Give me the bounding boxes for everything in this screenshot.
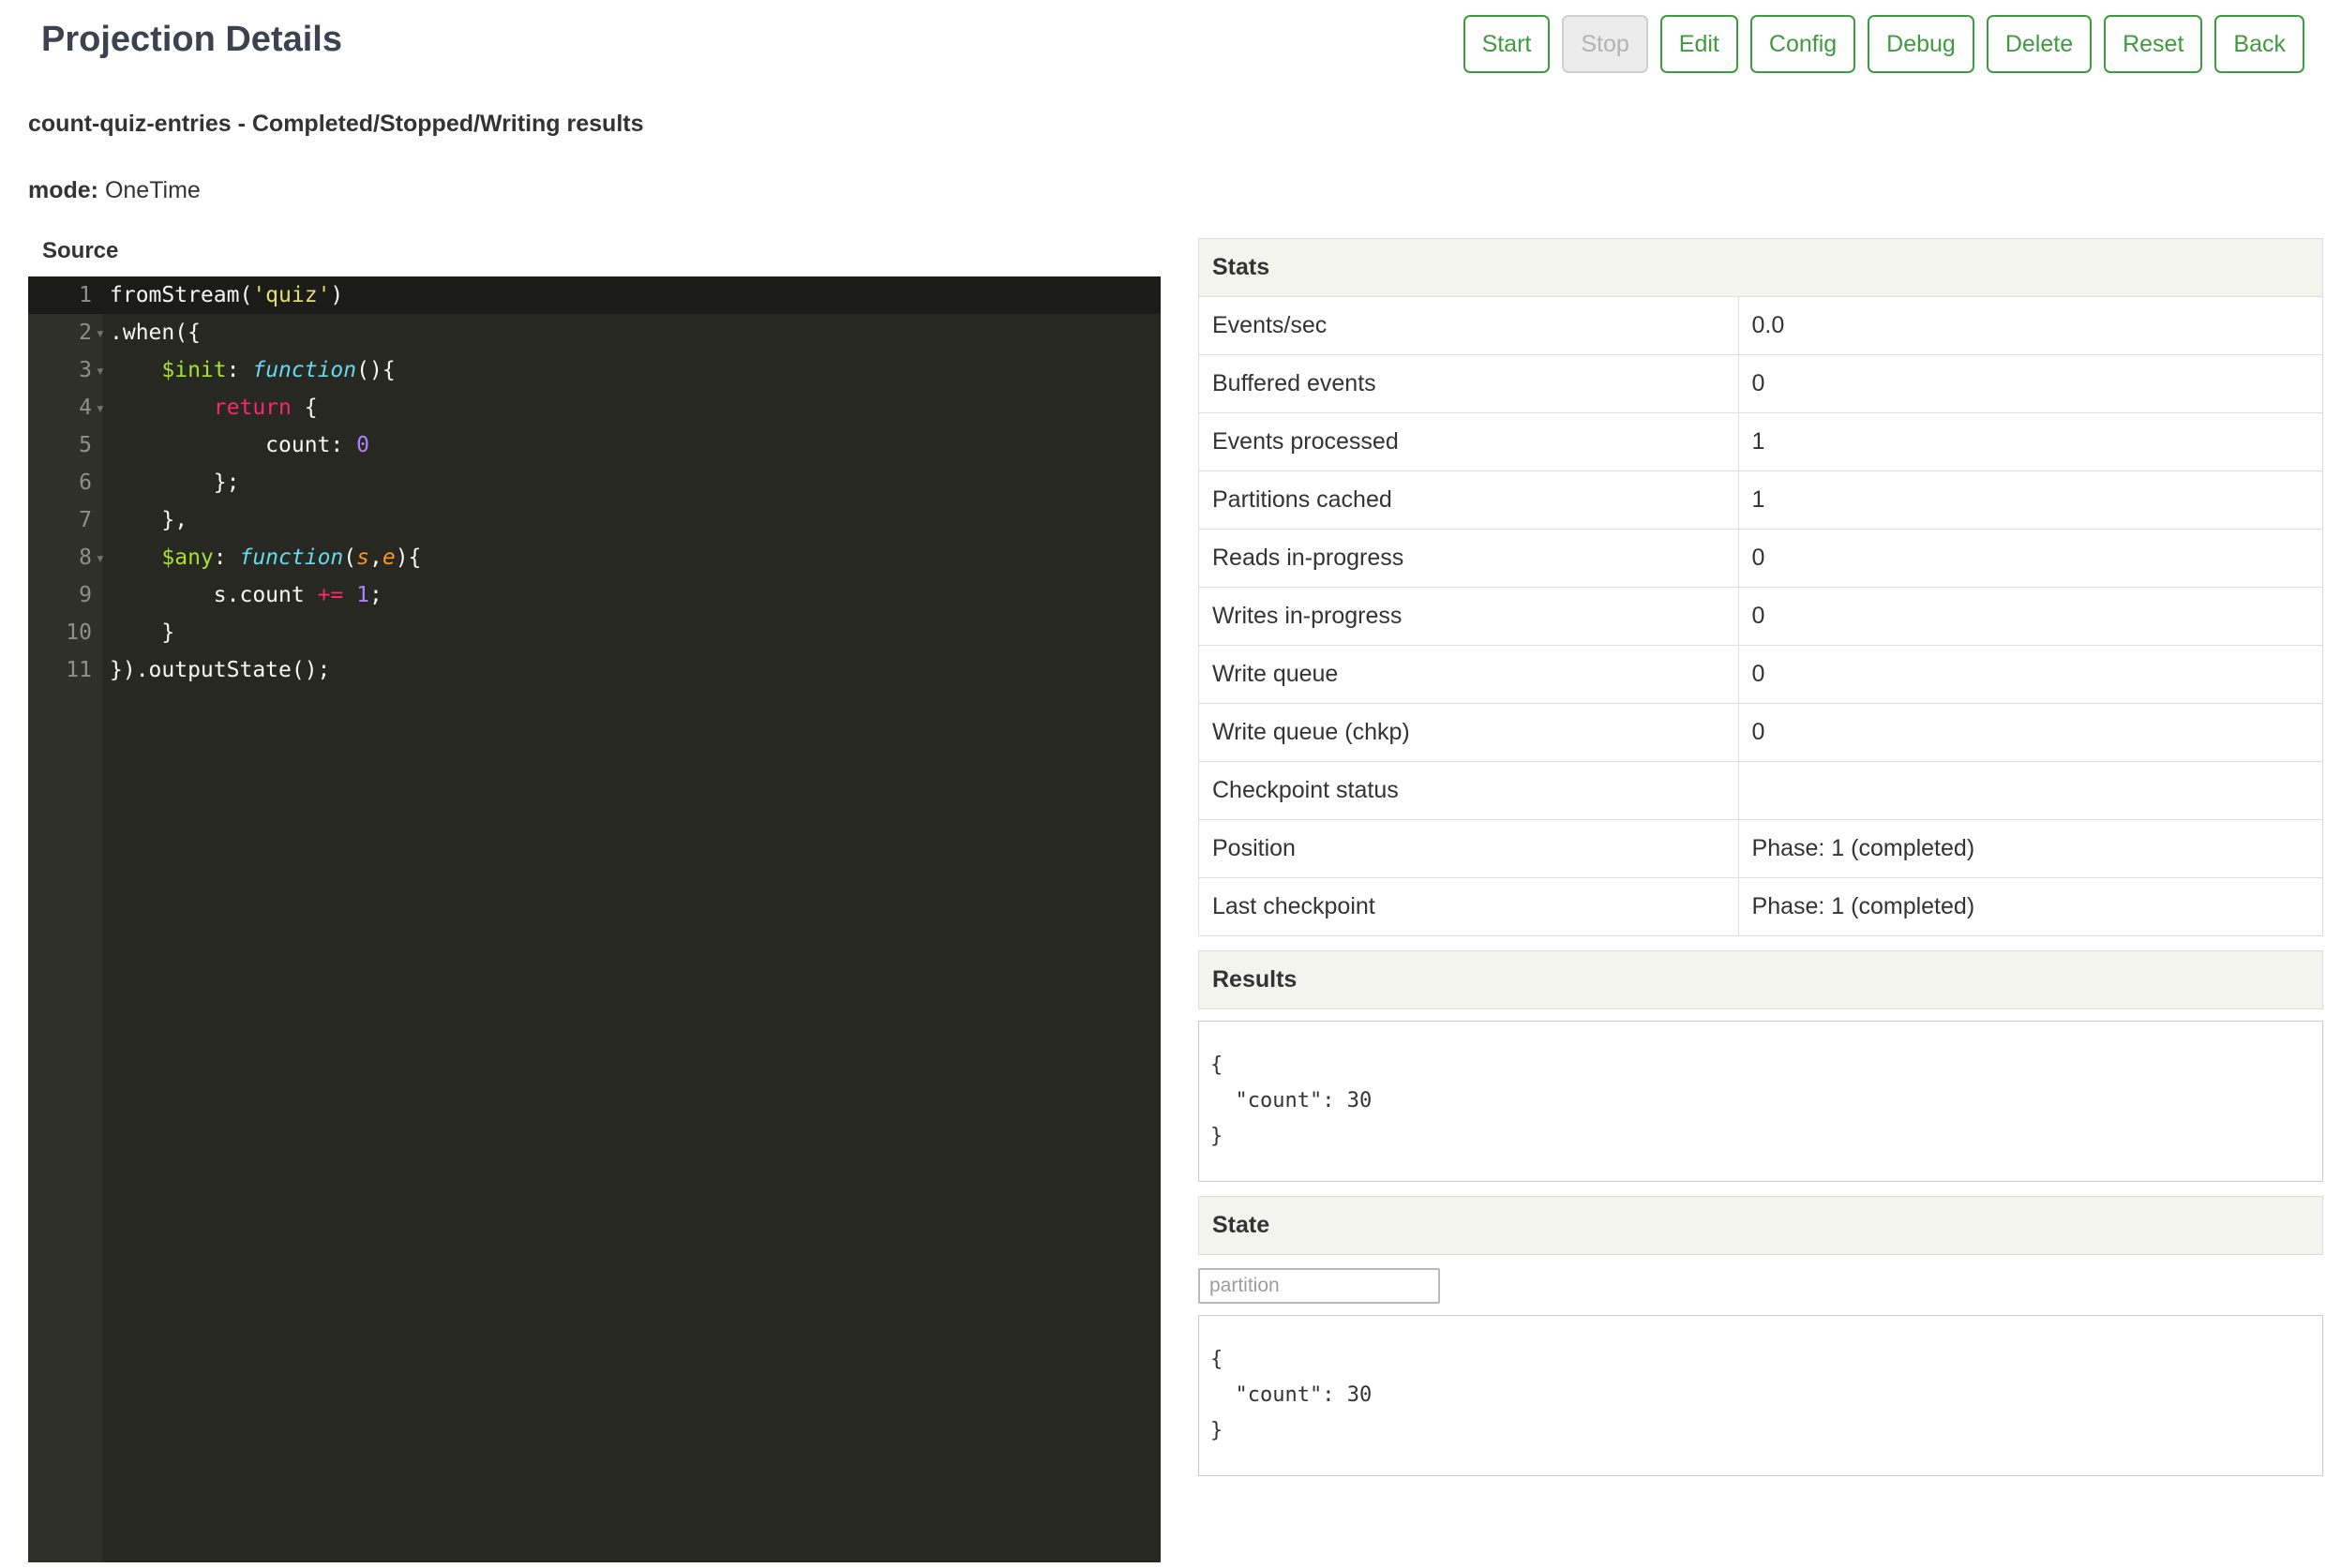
results-json: { "count": 30 } [1210, 1048, 2311, 1155]
code-editor[interactable]: 1fromStream('quiz')2▾.when({3▾ $init: fu… [28, 276, 1161, 1562]
config-button[interactable]: Config [1750, 15, 1855, 73]
stats-row: Events processed1 [1199, 413, 2323, 471]
fold-caret-icon[interactable]: ▾ [96, 390, 105, 427]
stat-name: Write queue (chkp) [1199, 704, 1739, 762]
page-header: Projection Details StartStopEditConfigDe… [28, 6, 2323, 73]
stat-value: Phase: 1 (completed) [1738, 878, 2322, 936]
line-number: 10 [28, 614, 103, 651]
code-line: 8▾ $any: function(s,e){ [28, 539, 1161, 576]
stat-value: 0 [1738, 588, 2322, 646]
mode-value: OneTime [105, 177, 201, 203]
fold-caret-icon[interactable]: ▾ [96, 540, 105, 577]
line-number: 6 [28, 464, 103, 501]
partition-input[interactable] [1198, 1268, 1440, 1304]
stat-value: 0 [1738, 355, 2322, 413]
back-button[interactable]: Back [2214, 15, 2304, 73]
stat-name: Events processed [1199, 413, 1739, 471]
stats-row: Write queue (chkp)0 [1199, 704, 2323, 762]
stats-row: Checkpoint status [1199, 762, 2323, 820]
line-number: 9 [28, 576, 103, 614]
line-number: 11 [28, 651, 103, 689]
stats-table: Events/sec0.0Buffered events0Events proc… [1198, 297, 2323, 936]
projection-name-status: count-quiz-entries - Completed/Stopped/W… [28, 111, 2323, 138]
line-number: 1 [28, 276, 103, 314]
source-label: Source [42, 238, 1161, 264]
source-column: Source 1fromStream('quiz')2▾.when({3▾ $i… [28, 238, 1161, 1562]
fold-caret-icon[interactable]: ▾ [96, 352, 105, 390]
stats-row: Buffered events0 [1199, 355, 2323, 413]
details-column: Stats Events/sec0.0Buffered events0Event… [1198, 238, 2323, 1476]
code-line: 4▾ return { [28, 389, 1161, 426]
code-line: 2▾.when({ [28, 314, 1161, 351]
stat-name: Checkpoint status [1199, 762, 1739, 820]
content-columns: Source 1fromStream('quiz')2▾.when({3▾ $i… [28, 238, 2323, 1562]
stat-value: 1 [1738, 471, 2322, 530]
stat-value: 0 [1738, 704, 2322, 762]
state-box: { "count": 30 } [1198, 1315, 2323, 1476]
code-lines: 1fromStream('quiz')2▾.when({3▾ $init: fu… [28, 276, 1161, 689]
stat-name: Last checkpoint [1199, 878, 1739, 936]
stats-row: Write queue0 [1199, 646, 2323, 704]
stat-value: 1 [1738, 413, 2322, 471]
stats-row: Partitions cached1 [1199, 471, 2323, 530]
stats-table-body: Events/sec0.0Buffered events0Events proc… [1199, 297, 2323, 936]
stop-button: Stop [1562, 15, 1647, 73]
page-title: Projection Details [41, 19, 342, 60]
stat-name: Buffered events [1199, 355, 1739, 413]
results-panel-header: Results [1198, 950, 2323, 1009]
mode-line: mode: OneTime [28, 177, 2323, 204]
line-number: 4▾ [28, 389, 103, 426]
code-line: 11}).outputState(); [28, 651, 1161, 689]
state-panel-header: State [1198, 1196, 2323, 1255]
code-line: 3▾ $init: function(){ [28, 351, 1161, 389]
delete-button[interactable]: Delete [1987, 15, 2092, 73]
stat-value: 0 [1738, 646, 2322, 704]
stats-row: Reads in-progress0 [1199, 530, 2323, 588]
code-line: 9 s.count += 1; [28, 576, 1161, 614]
toolbar: StartStopEditConfigDebugDeleteResetBack [1463, 15, 2304, 73]
reset-button[interactable]: Reset [2104, 15, 2202, 73]
stat-value: 0 [1738, 530, 2322, 588]
stats-row: Events/sec0.0 [1199, 297, 2323, 355]
stat-name: Writes in-progress [1199, 588, 1739, 646]
stats-row: Writes in-progress0 [1199, 588, 2323, 646]
results-box: { "count": 30 } [1198, 1021, 2323, 1182]
line-number: 7 [28, 501, 103, 539]
stats-panel-header: Stats [1198, 238, 2323, 297]
stat-name: Events/sec [1199, 297, 1739, 355]
state-json: { "count": 30 } [1210, 1342, 2311, 1449]
start-button[interactable]: Start [1463, 15, 1551, 73]
fold-caret-icon[interactable]: ▾ [96, 315, 105, 352]
stat-name: Position [1199, 820, 1739, 878]
code-line: 1fromStream('quiz') [28, 276, 1161, 314]
stat-value: 0.0 [1738, 297, 2322, 355]
edit-button[interactable]: Edit [1660, 15, 1738, 73]
stat-name: Partitions cached [1199, 471, 1739, 530]
stats-row: Last checkpointPhase: 1 (completed) [1199, 878, 2323, 936]
stat-value: Phase: 1 (completed) [1738, 820, 2322, 878]
code-line: 5 count: 0 [28, 426, 1161, 464]
code-line: 10 } [28, 614, 1161, 651]
debug-button[interactable]: Debug [1868, 15, 1974, 73]
stat-name: Write queue [1199, 646, 1739, 704]
code-line: 6 }; [28, 464, 1161, 501]
line-number: 8▾ [28, 539, 103, 576]
mode-label: mode: [28, 177, 98, 203]
stat-value [1738, 762, 2322, 820]
line-number: 2▾ [28, 314, 103, 351]
stat-name: Reads in-progress [1199, 530, 1739, 588]
projection-details-page: Projection Details StartStopEditConfigDe… [0, 0, 2326, 1562]
code-line: 7 }, [28, 501, 1161, 539]
line-number: 5 [28, 426, 103, 464]
stats-row: PositionPhase: 1 (completed) [1199, 820, 2323, 878]
line-number: 3▾ [28, 351, 103, 389]
